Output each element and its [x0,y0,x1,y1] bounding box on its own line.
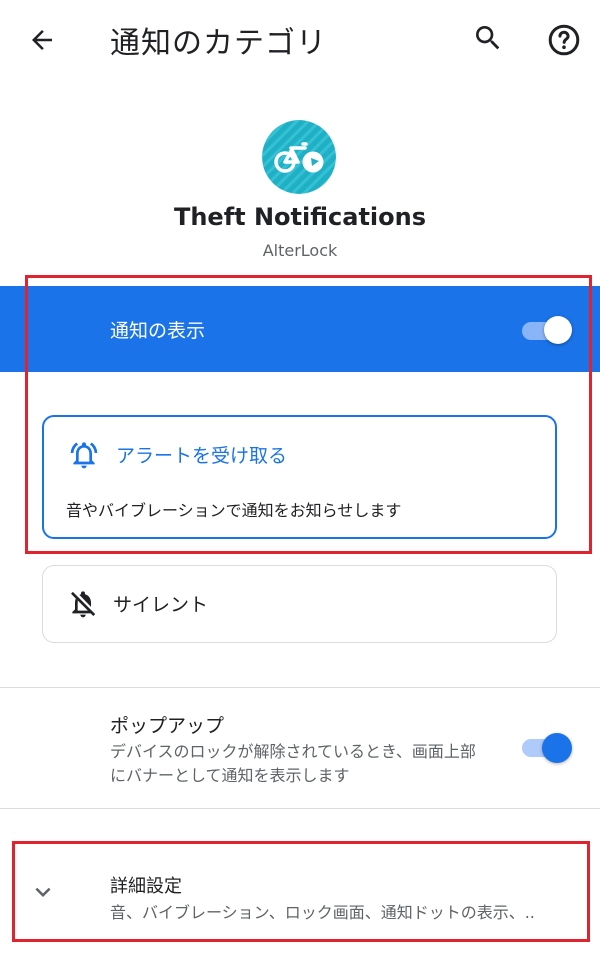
popup-description: デバイスのロックが解除されているとき、画面上部にバナーとして通知を表示します [110,742,476,785]
alert-option-card[interactable]: アラートを受け取る 音やバイブレーションで通知をお知らせします [42,415,557,539]
popup-switch[interactable] [522,733,572,763]
search-icon [476,26,500,50]
help-button[interactable] [542,18,586,62]
show-notifications-switch[interactable] [522,316,572,344]
switch-thumb [544,316,572,344]
help-icon [548,24,580,56]
back-button[interactable] [22,20,62,60]
silent-option-card[interactable]: サイレント [42,565,557,643]
divider [0,687,600,688]
advanced-settings-row[interactable]: 詳細設定 音、バイブレーション、ロック画面、通知ドットの表示、.. [0,845,600,940]
alert-option-title: アラートを受け取る [116,445,288,467]
chevron-down-icon [35,887,51,897]
popup-title: ポップアップ [110,715,225,737]
show-notifications-label: 通知の表示 [110,320,206,342]
divider [0,808,600,809]
advanced-settings-summary: 音、バイブレーション、ロック画面、通知ドットの表示、.. [110,903,535,922]
app-name: Theft Notifications [173,203,427,231]
show-notifications-row[interactable]: 通知の表示 [0,286,600,372]
search-button[interactable] [468,18,508,58]
top-app-bar: 通知のカテゴリ [0,0,600,80]
bell-ringing-icon [70,442,98,469]
advanced-settings-title: 詳細設定 [110,876,182,897]
app-developer: AlterLock [262,241,338,260]
arrow-back-icon [32,30,52,50]
bell-off-icon [71,591,96,618]
switch-thumb [542,733,572,763]
alert-option-description: 音やバイブレーションで通知をお知らせします [66,501,402,520]
page-title: 通知のカテゴリ [110,26,327,61]
bicycle-app-icon [262,120,336,194]
silent-option-title: サイレント [113,594,209,616]
app-icon [262,120,336,194]
